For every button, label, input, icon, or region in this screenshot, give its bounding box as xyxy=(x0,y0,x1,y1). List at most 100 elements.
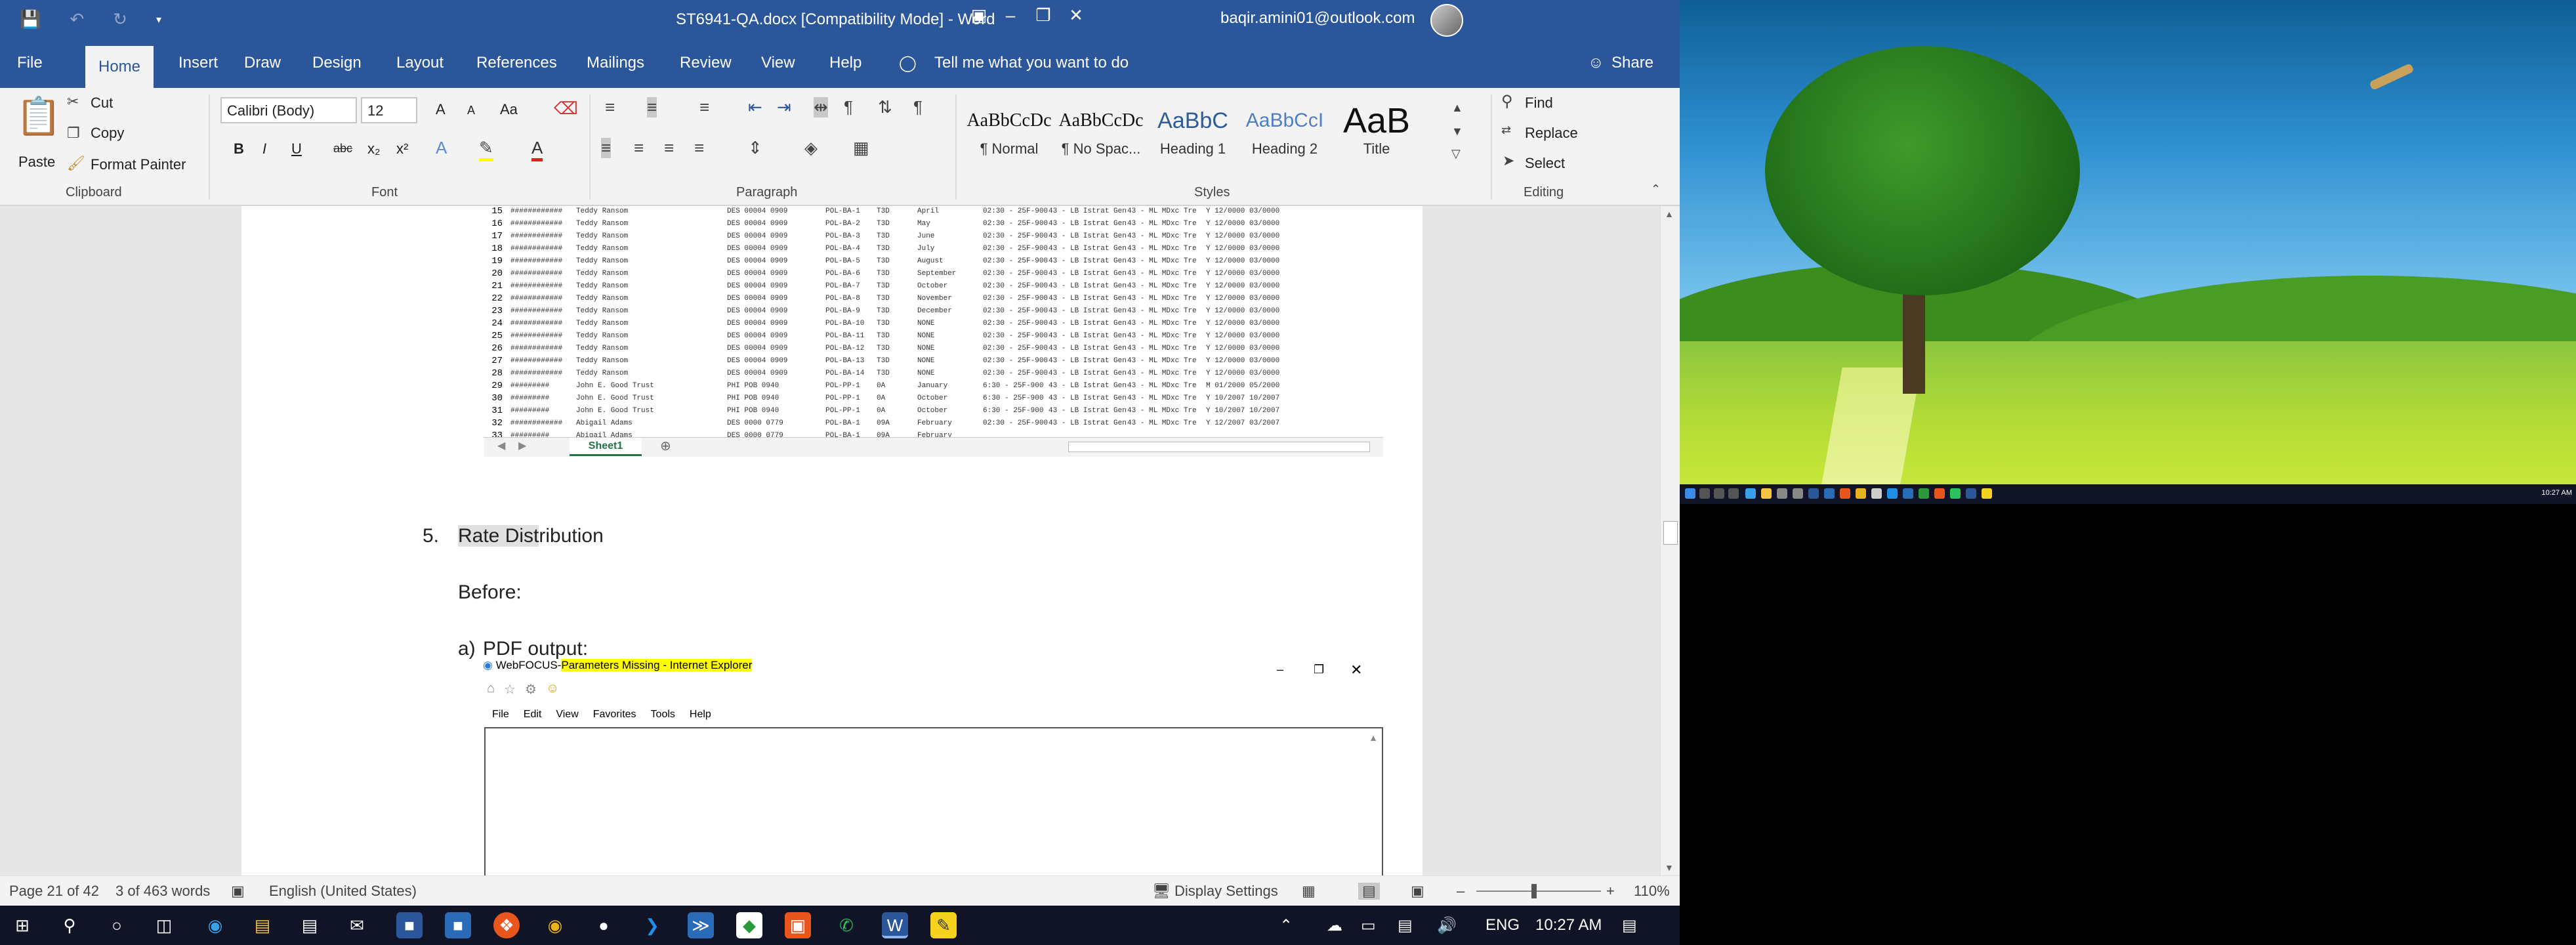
embedded-spreadsheet[interactable]: 15 ############ Teddy Ransom DES 00004 0909… xyxy=(484,206,1383,458)
zoom-in-icon[interactable]: + xyxy=(1606,883,1615,900)
before-label[interactable]: Before: xyxy=(458,581,522,604)
document-page[interactable]: 15 ############ Teddy Ransom DES 00004 0909… xyxy=(241,206,1423,882)
app-icon[interactable] xyxy=(1824,488,1835,499)
read-mode-icon[interactable]: ▦ xyxy=(1302,883,1316,900)
tell-me-search[interactable]: Tell me what you want to do xyxy=(934,54,1129,72)
web-layout-icon[interactable]: ▣ xyxy=(1411,883,1424,900)
mail-icon[interactable]: ✉ xyxy=(344,912,370,938)
show-hidden-icons-icon[interactable]: ⌃ xyxy=(1279,916,1293,935)
style-normal[interactable]: AaBbCcDc ¶ Normal xyxy=(963,101,1055,167)
mail-icon[interactable] xyxy=(1793,488,1803,499)
task-view-icon[interactable]: ◫ xyxy=(151,912,177,938)
undo-icon[interactable]: ↶ xyxy=(70,9,84,30)
ltr-icon[interactable]: ⇹ xyxy=(814,97,828,117)
add-sheet-icon[interactable]: ⊕ xyxy=(660,438,671,454)
tab-layout[interactable]: Layout xyxy=(396,54,444,72)
tab-references[interactable]: References xyxy=(476,54,557,72)
borders-icon[interactable]: ▦ xyxy=(853,138,869,158)
tab-review[interactable]: Review xyxy=(680,54,732,72)
app-icon[interactable] xyxy=(1934,488,1945,499)
network-icon[interactable]: ▤ xyxy=(1398,916,1413,935)
tab-view[interactable]: View xyxy=(761,54,795,72)
sticky-notes-icon[interactable]: ✎ xyxy=(930,912,957,938)
share-button[interactable]: Share xyxy=(1611,54,1653,72)
paste-button[interactable]: Paste xyxy=(18,154,55,171)
justify-icon[interactable]: ≡ xyxy=(694,138,704,158)
clear-formatting-icon[interactable]: ⌫ xyxy=(554,98,578,119)
italic-button[interactable]: I xyxy=(262,140,266,158)
redo-icon[interactable]: ↻ xyxy=(113,9,127,30)
tab-draw[interactable]: Draw xyxy=(244,54,281,72)
task-view-icon[interactable] xyxy=(1728,488,1739,499)
grow-font-button[interactable]: A xyxy=(436,101,446,118)
volume-icon[interactable]: 🔊 xyxy=(1437,916,1457,935)
notifications-icon[interactable]: ▤ xyxy=(1622,916,1637,935)
text-effects-icon[interactable]: A xyxy=(436,138,447,158)
cortana-icon[interactable] xyxy=(1714,488,1724,499)
format-painter-button[interactable]: Format Painter xyxy=(91,156,186,173)
bold-button[interactable]: B xyxy=(234,140,244,158)
selected-text[interactable]: Rate Dist xyxy=(458,525,539,547)
app-icon[interactable]: ▣ xyxy=(785,912,811,938)
vertical-scrollbar[interactable]: ▲ ▼ xyxy=(1660,206,1680,875)
replace-button[interactable]: Replace xyxy=(1525,125,1578,142)
search-icon[interactable]: ⚲ xyxy=(56,912,83,938)
customize-qat-icon[interactable]: ▾ xyxy=(156,13,161,26)
app-icon[interactable]: ■ xyxy=(396,912,423,938)
line-spacing-icon[interactable]: ⇕ xyxy=(748,138,762,158)
styles-scroll-down-icon[interactable]: ▼ xyxy=(1451,125,1463,138)
avatar[interactable] xyxy=(1430,4,1463,37)
zoom-level[interactable]: 110% xyxy=(1634,883,1670,900)
sheet-nav-next-icon[interactable]: ▶ xyxy=(518,439,526,452)
font-color-icon[interactable]: A xyxy=(531,138,543,161)
chrome-icon[interactable]: ◉ xyxy=(542,912,568,938)
select-button[interactable]: Select xyxy=(1525,155,1565,172)
battery-icon[interactable]: ▭ xyxy=(1361,916,1376,935)
style-heading-2[interactable]: AaBbCcI Heading 2 xyxy=(1239,101,1331,167)
file-explorer-icon[interactable] xyxy=(1761,488,1772,499)
align-left-icon[interactable]: ≡ xyxy=(601,138,612,158)
align-center-icon[interactable]: ≡ xyxy=(634,138,644,158)
change-case-button[interactable]: Aa xyxy=(500,101,518,118)
whatsapp-icon[interactable] xyxy=(1950,488,1961,499)
highlight-color-icon[interactable]: ✎ xyxy=(479,138,493,161)
collapse-ribbon-icon[interactable]: ⌃ xyxy=(1651,182,1661,196)
shading-icon[interactable]: ◈ xyxy=(804,138,818,158)
app-icon[interactable]: ❖ xyxy=(493,912,520,938)
decrease-indent-icon[interactable]: ⇤ xyxy=(748,97,762,117)
sort-icon[interactable]: ⇅ xyxy=(878,97,892,117)
zoom-slider[interactable] xyxy=(1476,884,1601,898)
language-indicator[interactable]: English (United States) xyxy=(269,883,417,900)
styles-more-icon[interactable]: ▽ xyxy=(1451,147,1461,161)
cut-button[interactable]: Cut xyxy=(91,94,113,112)
app-icon[interactable]: ≫ xyxy=(688,912,714,938)
shrink-font-button[interactable]: A xyxy=(467,104,475,117)
superscript-button[interactable]: x² xyxy=(396,140,408,158)
find-button[interactable]: Find xyxy=(1525,94,1553,112)
store-icon[interactable]: ▤ xyxy=(297,912,323,938)
sticky-notes-icon[interactable] xyxy=(1982,488,1992,499)
app-icon[interactable]: ● xyxy=(591,912,617,938)
embedded-ie-screenshot[interactable]: ◉ WebFOCUS-Parameters Missing - Internet… xyxy=(483,659,1386,882)
underline-button[interactable]: U xyxy=(291,140,302,158)
app-icon[interactable]: ◆ xyxy=(736,912,762,938)
zoom-slider-thumb[interactable] xyxy=(1531,884,1537,898)
app-icon[interactable] xyxy=(1808,488,1819,499)
clock[interactable]: 10:27 AM xyxy=(1535,916,1602,934)
vscode-icon[interactable]: ❯ xyxy=(639,912,665,938)
sub-list-item[interactable]: PDF output: xyxy=(483,638,588,660)
increase-indent-icon[interactable]: ⇥ xyxy=(777,97,791,117)
start-icon[interactable]: ⊞ xyxy=(9,912,35,938)
app-icon[interactable] xyxy=(1903,488,1913,499)
close-button[interactable]: ✕ xyxy=(1056,5,1096,26)
tab-help[interactable]: Help xyxy=(829,54,862,72)
scrollbar-thumb[interactable] xyxy=(1663,521,1678,545)
font-name-combo[interactable]: Calibri (Body) xyxy=(220,97,357,123)
secondary-clock[interactable]: 10:27 AM xyxy=(2542,489,2572,497)
scroll-down-icon[interactable]: ▼ xyxy=(1665,862,1674,873)
word-icon[interactable]: W xyxy=(882,912,908,938)
sheet-horizontal-scrollbar[interactable] xyxy=(1068,442,1370,452)
multilevel-list-icon[interactable]: ≡ xyxy=(699,97,709,117)
onedrive-icon[interactable]: ☁ xyxy=(1327,916,1342,935)
vscode-icon[interactable] xyxy=(1887,488,1898,499)
